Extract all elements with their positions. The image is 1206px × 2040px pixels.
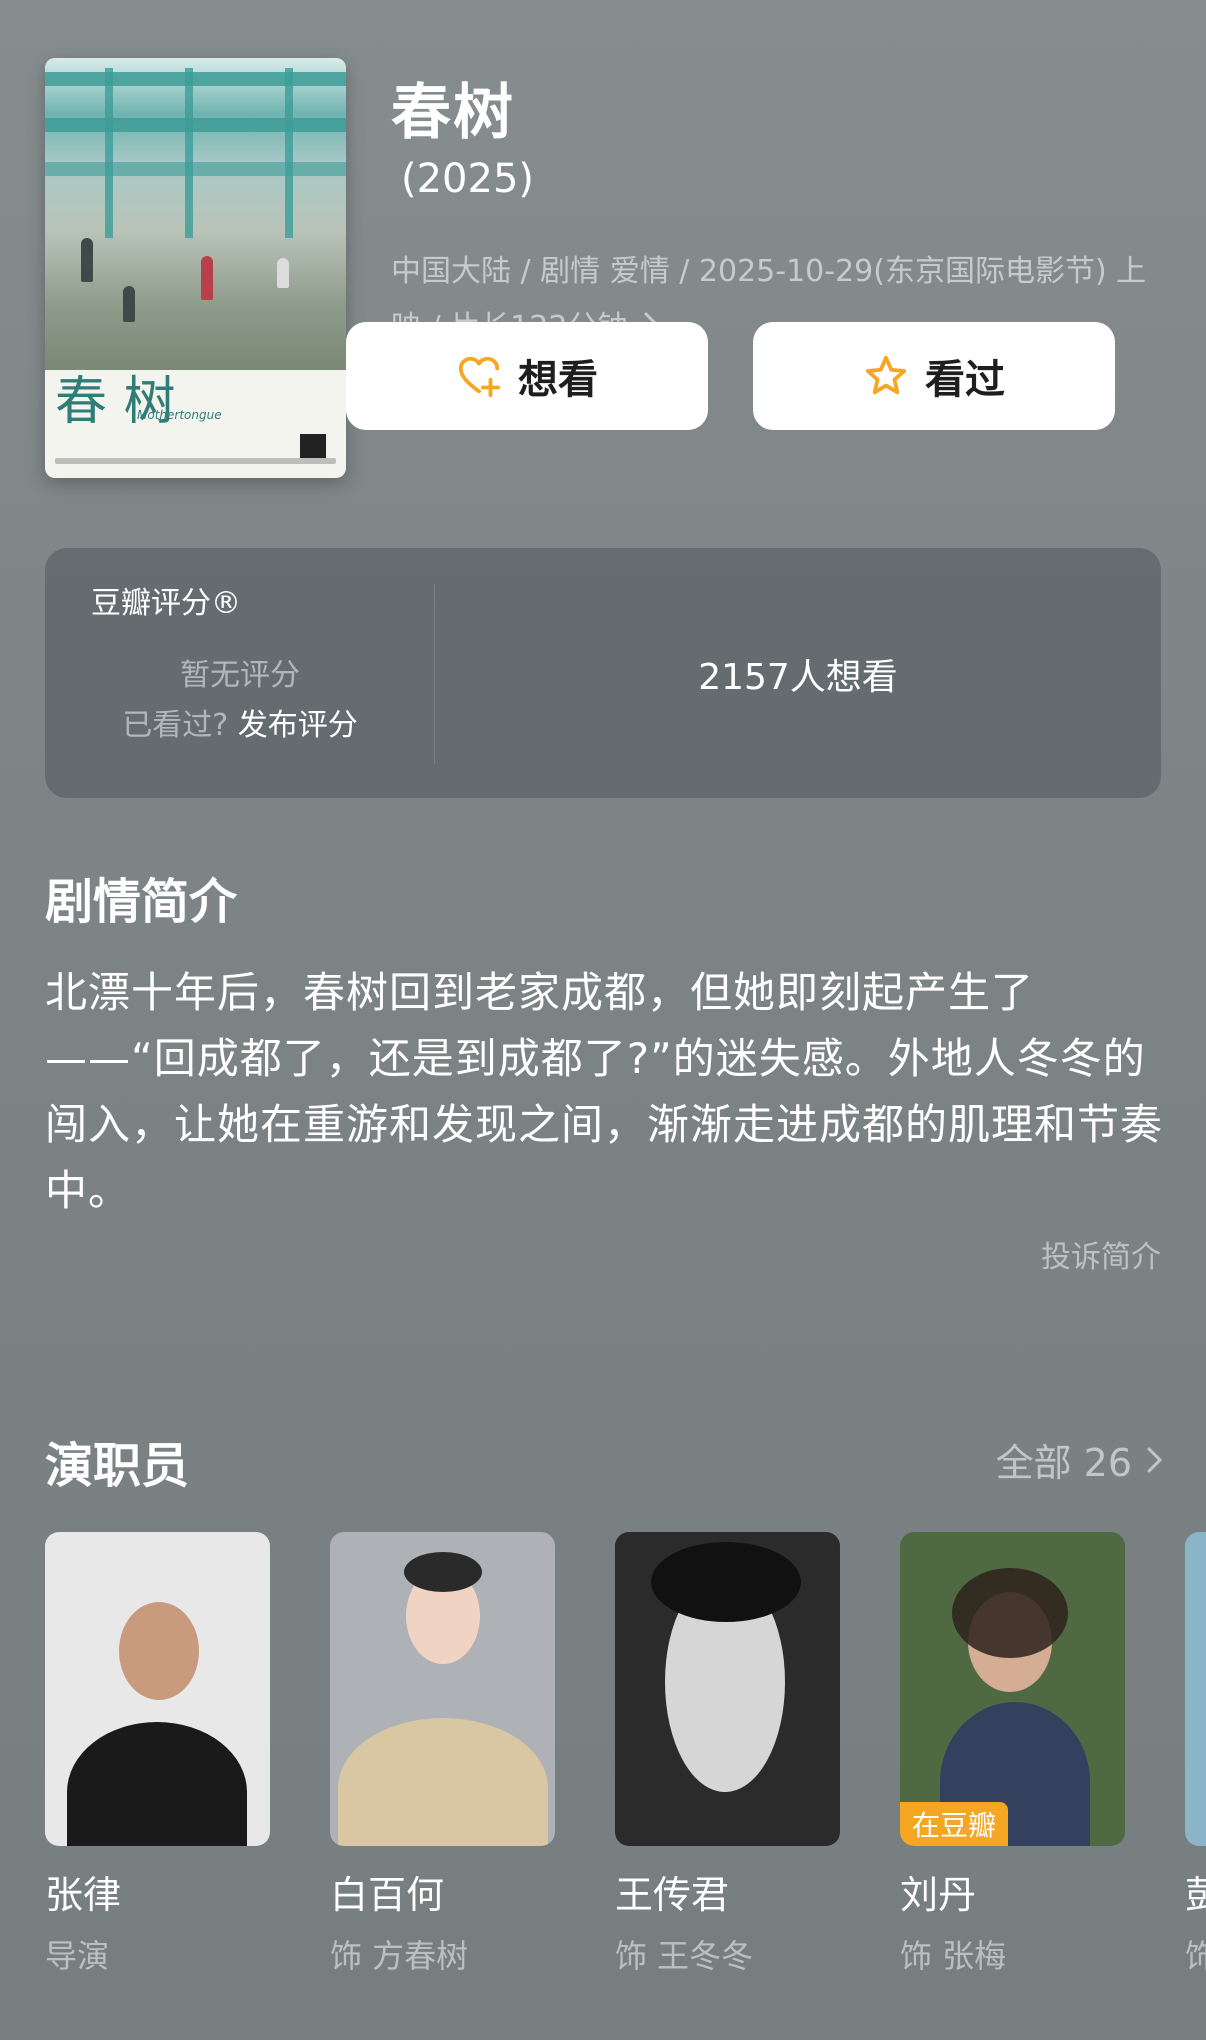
- cast-list[interactable]: 张律 导演 白百何 饰 方春树 王传君 饰 王冬冬 在豆瓣 刘丹 饰 张梅 彭: [45, 1532, 1206, 1972]
- cast-photo: [615, 1532, 840, 1846]
- cast-name: 白百何: [330, 1873, 445, 1917]
- poster-bridge: [45, 118, 346, 132]
- cast-body: [338, 1718, 548, 1846]
- cast-role: 导演: [45, 1937, 110, 1972]
- cast-name: 王传君: [615, 1873, 730, 1917]
- cast-head: [119, 1602, 199, 1700]
- cast-card[interactable]: 彭 饰: [1185, 1532, 1206, 1972]
- post-rating-link[interactable]: 发布评分: [238, 708, 358, 743]
- rating-card: 豆瓣评分® 暂无评分 已看过? 发布评分 2157人想看: [45, 548, 1161, 798]
- poster-bridge: [45, 72, 346, 86]
- poster-pillar: [105, 68, 113, 238]
- complain-link[interactable]: 投诉简介: [1041, 1232, 1161, 1276]
- cast-hair: [651, 1542, 801, 1622]
- cast-name: 刘丹: [900, 1873, 977, 1917]
- festival-logo: [300, 434, 326, 458]
- poster-pillar: [185, 68, 193, 238]
- cast-photo: 在豆瓣: [900, 1532, 1125, 1846]
- synopsis-title: 剧情简介: [45, 874, 238, 930]
- poster-subtitle: Mothertongue: [137, 408, 222, 422]
- cast-name: 彭: [1185, 1873, 1206, 1917]
- movie-year: (2025): [401, 156, 535, 202]
- see-all-label: 全部 26: [995, 1441, 1132, 1485]
- poster-photo: [45, 58, 346, 370]
- star-icon: [865, 355, 907, 395]
- cast-hair: [404, 1552, 482, 1592]
- seen-label: 看过: [925, 357, 1005, 403]
- poster-pillar: [285, 68, 293, 238]
- synopsis-text: 北漂十年后，春树回到老家成都，但她即刻起产生了——“回成都了，还是到成都了?”的…: [45, 968, 1164, 1215]
- post-rating-line: 已看过? 发布评分: [45, 700, 435, 744]
- cast-card[interactable]: 王传君 饰 王冬冬: [615, 1532, 840, 1972]
- cast-card[interactable]: 白百何 饰 方春树: [330, 1532, 555, 1972]
- cast-body: [67, 1722, 247, 1846]
- cast-photo: [330, 1532, 555, 1846]
- no-rating-text: 暂无评分: [180, 658, 300, 693]
- douban-badge: 在豆瓣: [900, 1802, 1009, 1846]
- poster-figure: [201, 256, 213, 300]
- chevron-right-icon: [1147, 1447, 1163, 1472]
- cast-role: 饰: [1185, 1937, 1206, 1972]
- movie-title: 春树: [391, 78, 515, 148]
- cast-card[interactable]: 张律 导演: [45, 1532, 270, 1972]
- cast-title: 演职员: [45, 1438, 190, 1494]
- want-to-watch-button[interactable]: 想看: [346, 322, 708, 430]
- cast-photo: [1185, 1532, 1206, 1846]
- cast-card[interactable]: 在豆瓣 刘丹 饰 张梅: [900, 1532, 1125, 1972]
- see-all-cast-link[interactable]: 全部 26: [996, 1432, 1166, 1487]
- poster-figure: [277, 258, 289, 288]
- movie-poster[interactable]: 春 树 Mothertongue: [45, 58, 346, 478]
- poster-figure: [81, 238, 93, 282]
- watched-button[interactable]: 看过: [753, 322, 1115, 430]
- want-label: 想看: [518, 357, 598, 403]
- poster-bridge: [45, 162, 346, 176]
- heart-plus-icon: [458, 356, 501, 398]
- cast-name: 张律: [45, 1873, 122, 1917]
- wish-count[interactable]: 2157人想看: [435, 648, 1161, 700]
- cast-role: 饰 王冬冬: [615, 1937, 754, 1972]
- poster-credits: [55, 458, 336, 464]
- poster-figure: [123, 286, 135, 322]
- cast-photo: [45, 1532, 270, 1846]
- seen-question: 已看过?: [122, 708, 229, 743]
- cast-hair: [952, 1568, 1068, 1658]
- rating-title: 豆瓣评分®: [91, 586, 241, 621]
- cast-role: 饰 张梅: [900, 1937, 1007, 1972]
- cast-role: 饰 方春树: [330, 1937, 469, 1972]
- movie-header: 春 树 Mothertongue 春树 (2025) 中国大陆 / 剧情 爱情 …: [45, 58, 1161, 498]
